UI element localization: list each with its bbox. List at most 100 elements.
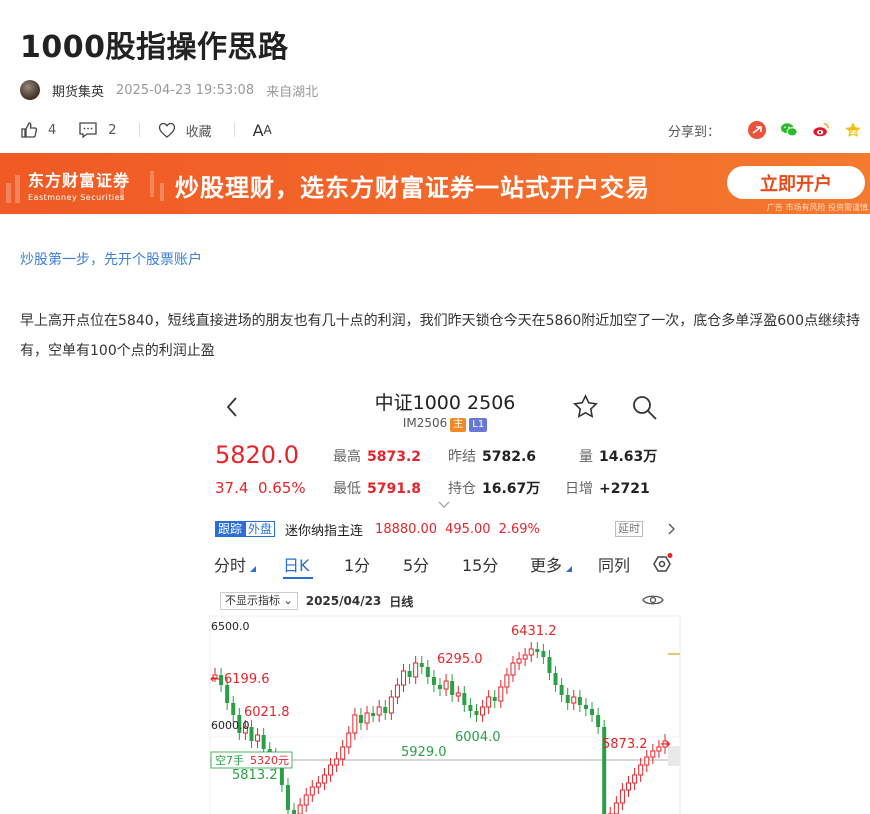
daily-add-label: 日增 (565, 481, 593, 497)
tab-15min[interactable]: 15分 (462, 552, 498, 576)
article-meta: 期货集英 2025-04-23 19:53:08 来自湖北 (20, 80, 318, 100)
candle (413, 662, 419, 678)
change-value: 37.4 (215, 479, 249, 497)
settings-hex-icon[interactable] (648, 553, 674, 575)
tab-corner-icon (250, 566, 256, 572)
tab-same-list[interactable]: 同列 (598, 552, 630, 576)
logo-en: Eastmoney Securities (28, 193, 125, 202)
annot-6431-2: 6431.2 (511, 624, 557, 639)
annot-6295-0: 6295.0 (437, 652, 483, 667)
oi-value: 16.67万 (482, 481, 541, 497)
quote-screenshot: 中证1000 2506 IM2506 主 L1 5820.0 37.4 0.65% … (205, 379, 685, 814)
candle (340, 746, 346, 760)
favorite-button[interactable]: 收藏 (158, 121, 212, 140)
comment-count: 2 (108, 122, 117, 138)
candle (334, 758, 340, 766)
tab-5min[interactable]: 5分 (403, 552, 429, 576)
like-button[interactable]: 4 (20, 121, 56, 139)
font-size-label-small: A (263, 123, 272, 137)
tab-daily-k[interactable]: 日K (283, 552, 310, 576)
annot-6199-6: 6199.6 (224, 672, 270, 687)
divider (233, 123, 235, 137)
candle (285, 785, 290, 810)
candle (547, 657, 552, 673)
author-name[interactable]: 期货集英 (52, 81, 104, 100)
candle (401, 670, 407, 686)
candle (516, 658, 522, 664)
open-account-link[interactable]: 炒股第一步，先开个股票账户 (20, 249, 202, 269)
comment-button[interactable]: 2 (78, 121, 117, 139)
wechat-icon[interactable] (780, 121, 798, 139)
logo-cn: 东方财富证券 (28, 171, 131, 190)
author-avatar[interactable] (20, 80, 40, 100)
expand-chevron-icon[interactable] (438, 501, 450, 509)
candle (388, 696, 394, 714)
article-paragraph: 早上高开点位在5840，短线直接进场的朋友也有几十点的利润，我们昨天锁仓今天在5… (20, 313, 860, 359)
main-tag: 主 (450, 418, 467, 432)
candle (559, 685, 564, 695)
candle (577, 697, 582, 705)
article-title: 1000股指操作思路 (20, 30, 289, 65)
foreign-tag: 外盘 (245, 521, 276, 537)
candle (474, 711, 479, 715)
open-account-button[interactable]: 立即开户 (727, 166, 865, 199)
l1-tag: L1 (469, 418, 488, 432)
comment-icon (79, 122, 97, 139)
candle (407, 671, 412, 677)
eye-icon[interactable] (642, 593, 664, 607)
candle (364, 712, 370, 724)
tab-more[interactable]: 更多 (530, 552, 562, 576)
chevron-right-icon (668, 523, 675, 535)
candle (346, 732, 352, 748)
y-tick-6500: 6500.0 (211, 620, 250, 633)
position-price: 5320元 (250, 754, 289, 767)
candle (309, 786, 315, 796)
candle (638, 764, 644, 776)
candle (565, 695, 570, 703)
contract-code-row: IM2506 主 L1 (205, 416, 685, 432)
prev-label: 昨结 (448, 449, 476, 465)
candle (553, 673, 558, 685)
follow-foreign-row[interactable]: 跟踪 外盘 迷你纳指主连 18880.00 495.00 2.69% 延时 (215, 518, 685, 540)
candle (571, 696, 577, 704)
publish-time: 2025-04-23 19:53:08 (116, 82, 255, 98)
candle (394, 684, 400, 698)
candle (225, 685, 230, 703)
chart-date: 2025/04/23 (305, 594, 382, 608)
candle (644, 756, 650, 766)
ad-disclaimer: 广告 市场有风险 投资需谨慎 (766, 203, 868, 212)
candle (255, 734, 261, 742)
stat-prev-settle: 昨结 5782.6 (448, 446, 536, 466)
follow-tag: 跟踪 (215, 521, 246, 537)
candle (261, 735, 266, 749)
share-label: 分享到： (667, 124, 720, 140)
candle (425, 667, 430, 677)
share-to-douyin-icon[interactable] (748, 121, 766, 139)
low-value: 5791.8 (367, 481, 422, 497)
high-value: 5873.2 (367, 449, 422, 465)
banner-slogan: 炒股理财，选东方财富证券一站式开户交易 (175, 174, 650, 202)
oi-label: 持仓 (448, 481, 476, 497)
candle (292, 810, 297, 814)
candle (297, 804, 303, 814)
candle (321, 774, 327, 784)
indicator-label: 不显示指标 (225, 594, 280, 607)
indicator-dropdown[interactable]: 不显示指标 ⌄ (220, 592, 298, 610)
tab-1min[interactable]: 1分 (344, 552, 370, 576)
candlestick-chart[interactable]: 6500.0 6000.0 6431.2 6295.0 ← 6199.6 602… (205, 615, 685, 814)
candle (303, 794, 309, 806)
search-icon[interactable] (631, 394, 659, 422)
period-tabs: 分时 日K 1分 5分 15分 更多 同列 (205, 549, 685, 579)
y-tick-6000: 6000.0 (211, 719, 250, 732)
daily-add-value: +2721 (599, 481, 650, 497)
divider (138, 123, 140, 137)
candle (650, 750, 656, 758)
font-size-button[interactable]: AA (253, 121, 272, 140)
tab-timeshare[interactable]: 分时 (214, 552, 246, 576)
star-icon[interactable] (572, 394, 599, 420)
qzone-star-icon[interactable] (844, 121, 862, 139)
delay-badge: 延时 (615, 521, 643, 537)
weibo-icon[interactable] (812, 121, 830, 139)
ad-banner[interactable]: 东方财富证券 Eastmoney Securities 炒股理财，选东方财富证券… (0, 153, 870, 214)
follow-pct: 2.69% (498, 521, 540, 537)
